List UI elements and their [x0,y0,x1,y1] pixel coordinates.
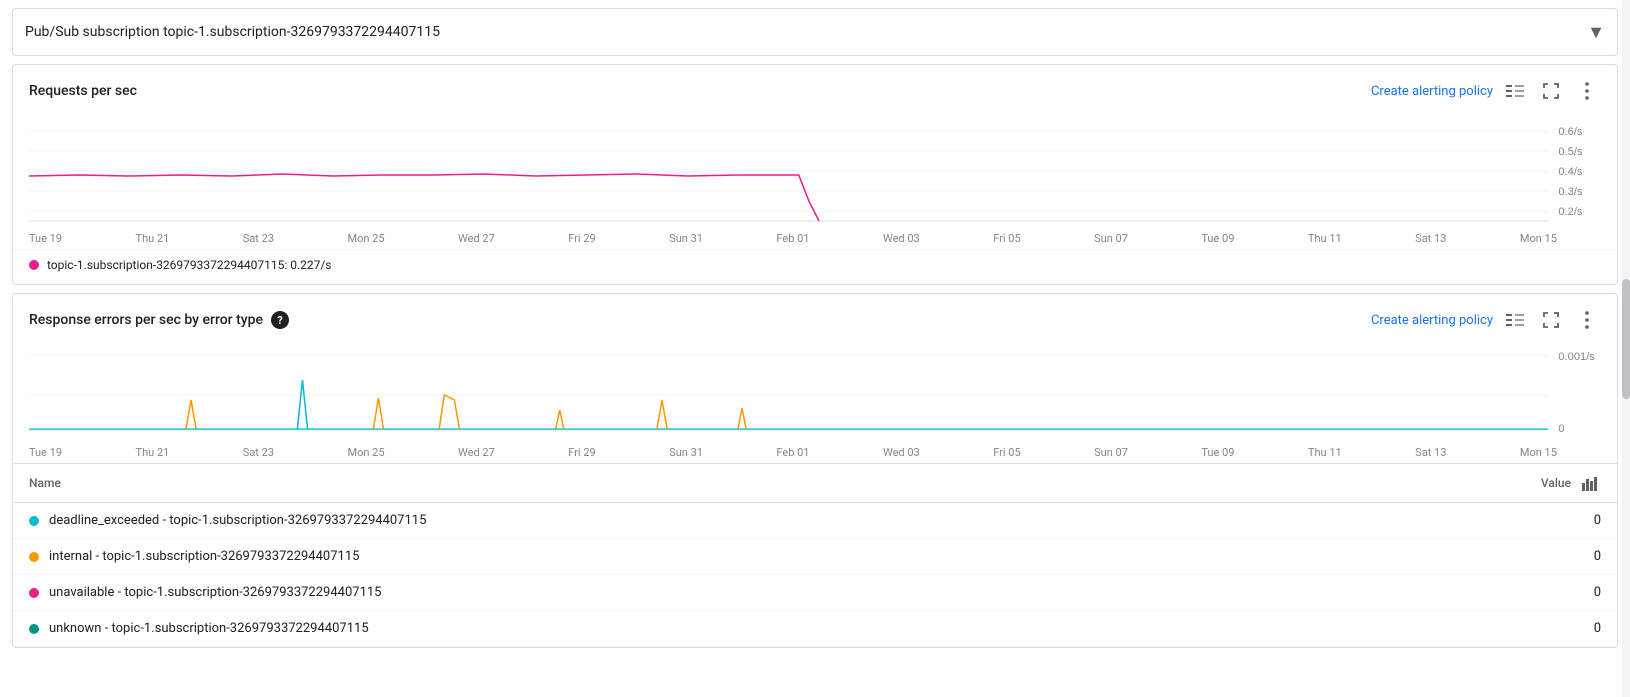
table-row: internal - topic-1.subscription-32697933… [13,539,1617,575]
more-icon-2[interactable] [1573,306,1601,334]
svg-text:0.4/s: 0.4/s [1558,166,1583,178]
table-row: unavailable - topic-1.subscription-32697… [13,575,1617,611]
table-header: Name Value [13,464,1617,503]
chart2-x-axis: Tue 19 Thu 21 Sat 23 Mon 25 Wed 27 Fri 2… [29,444,1609,463]
dropdown-label: Pub/Sub subscription topic-1.subscriptio… [25,24,440,40]
chart2-table: Name Value deadline_exceeded - topic-1.s… [13,463,1617,647]
row-dot-0 [29,516,39,526]
row-name-2: unavailable - topic-1.subscription-32697… [49,585,382,600]
svg-text:0.001/s: 0.001/s [1558,351,1595,363]
create-alerting-link-1[interactable]: Create alerting policy [1371,84,1493,99]
col-value-header: Value [1541,476,1571,490]
chart1-x-axis: Tue 19 Thu 21 Sat 23 Mon 25 Wed 27 Fri 2… [29,230,1609,249]
chart1-title: Requests per sec [29,83,137,99]
chevron-down-icon: ▼ [1587,22,1605,43]
expand-icon-2[interactable] [1537,306,1565,334]
row-dot-3 [29,624,39,634]
col-name-header: Name [29,476,61,490]
row-value-0: 0 [1571,513,1601,528]
row-name-0: deadline_exceeded - topic-1.subscription… [49,513,426,528]
scrollbar-thumb[interactable] [1622,279,1630,399]
chart2-svg-area: 0.001/s 0 Tue 19 Thu 21 Sat 23 Mon 25 We… [13,342,1617,463]
row-dot-2 [29,588,39,598]
row-value-3: 0 [1571,621,1601,636]
legend-dot-1 [29,260,39,270]
table-row: deadline_exceeded - topic-1.subscription… [13,503,1617,539]
row-value-2: 0 [1571,585,1601,600]
create-alerting-link-2[interactable]: Create alerting policy [1371,313,1493,328]
chart1-svg-area: 0.6/s 0.5/s 0.4/s 0.3/s 0.2/s Tue 19 Thu… [13,113,1617,249]
svg-text:0.5/s: 0.5/s [1558,146,1583,158]
svg-text:0: 0 [1558,423,1564,435]
chart1-actions: Create alerting policy [1371,77,1601,105]
chart2-header: Response errors per sec by error type ? … [13,294,1617,342]
help-icon[interactable]: ? [271,311,289,329]
response-errors-panel: Response errors per sec by error type ? … [12,293,1618,648]
svg-text:0.6/s: 0.6/s [1558,126,1583,138]
chart1-svg: 0.6/s 0.5/s 0.4/s 0.3/s 0.2/s [29,121,1609,226]
chart2-actions: Create alerting policy [1371,306,1601,334]
row-name-1: internal - topic-1.subscription-32697933… [49,549,359,564]
scrollbar-track[interactable] [1622,0,1630,697]
chart2-title: Response errors per sec by error type ? [29,311,289,329]
expand-icon-1[interactable] [1537,77,1565,105]
chart2-svg: 0.001/s 0 [29,350,1609,440]
legend-icon-2[interactable] [1501,306,1529,334]
svg-text:0.2/s: 0.2/s [1558,206,1583,218]
legend-label-1: topic-1.subscription-326979337229440711​… [47,258,332,272]
more-icon-1[interactable] [1573,77,1601,105]
table-row: unknown - topic-1.subscription-326979337… [13,611,1617,647]
requests-per-sec-panel: Requests per sec Create alerting policy [12,64,1618,285]
col-value-group: Value [1541,472,1601,494]
row-dot-1 [29,552,39,562]
row-value-1: 0 [1571,549,1601,564]
legend-icon-1[interactable] [1501,77,1529,105]
chart1-header: Requests per sec Create alerting policy [13,65,1617,113]
row-name-3: unknown - topic-1.subscription-326979337… [49,621,369,636]
svg-text:0.3/s: 0.3/s [1558,186,1583,198]
chart1-legend: topic-1.subscription-326979337229440711​… [13,249,1617,284]
subscription-dropdown[interactable]: Pub/Sub subscription topic-1.subscriptio… [12,8,1618,56]
chart-type-toggle[interactable] [1579,472,1601,494]
